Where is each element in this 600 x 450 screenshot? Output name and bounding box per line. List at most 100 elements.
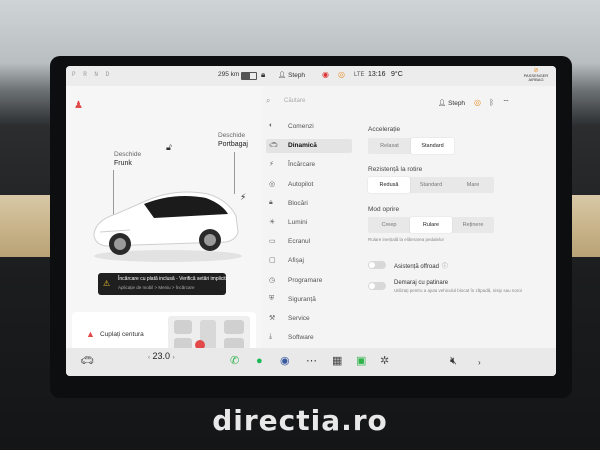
acceleration-selector: Relaxat Standard: [368, 138, 454, 154]
gear-selector[interactable]: P R N D: [72, 71, 111, 78]
nav-item-label: Blocări: [288, 199, 308, 207]
nav-item-clock[interactable]: ◷ Programare: [266, 274, 352, 288]
more-apps-icon[interactable]: ⋯: [306, 355, 317, 367]
nav-item-shield[interactable]: ⛨ Siguranță: [266, 293, 352, 307]
bulb-icon: ☀︎: [269, 219, 276, 226]
offroad-toggle[interactable]: [368, 261, 386, 269]
spotify-icon[interactable]: ●: [256, 355, 263, 367]
stopping-mode-title: Mod oprire: [368, 206, 400, 213]
passenger-airbag-indicator: ⊘ PASSENGER AIRBAG: [521, 68, 551, 83]
stopping-mode-option[interactable]: Creep: [368, 217, 410, 233]
offroad-label: Asistență offroad ⓘ: [394, 261, 448, 270]
vehicle-panel: ♟ Deschide Frunk Deschide Portbagaj 🔓︎ ⚡…: [66, 86, 262, 360]
nav-item-car[interactable]: 🚗︎ Dinamică: [266, 139, 352, 154]
nav-item-steering[interactable]: ◎ Autopilot: [266, 178, 352, 192]
stopping-mode-option[interactable]: Reținere: [452, 217, 494, 233]
phone-icon[interactable]: ✆: [230, 355, 239, 367]
frunk-button[interactable]: Deschide Frunk: [114, 150, 141, 168]
lte-icon: LTE: [354, 72, 365, 78]
download-icon: ⤓: [269, 333, 273, 341]
bluetooth-icon[interactable]: ᛒ: [489, 98, 494, 107]
info-icon[interactable]: ⓘ: [442, 264, 448, 270]
outside-temperature: 9°C: [391, 71, 403, 78]
detail-profile-name: Steph: [448, 100, 466, 107]
acceleration-option[interactable]: Standard: [411, 138, 454, 154]
nav-item-bolt[interactable]: ⚡︎ Încărcare: [266, 158, 352, 172]
slip-start-description: Utilizați pentru a ajuta vehiculul bloca…: [394, 288, 522, 293]
nav-item-toggle[interactable]: ◐ Comenzi: [266, 120, 352, 134]
slip-start-label: Demaraj cu patinare: [394, 280, 449, 286]
rolling-resistance-option[interactable]: Standard: [410, 177, 452, 193]
rolling-resistance-option[interactable]: Mare: [452, 177, 494, 193]
car-icon: 🚗︎: [269, 142, 278, 150]
temp-down-icon[interactable]: ‹: [148, 355, 150, 361]
acceleration-title: Accelerație: [368, 126, 401, 133]
trunk-button[interactable]: Deschide Portbagaj: [218, 131, 248, 149]
wrench-icon: ⚒︎: [269, 315, 276, 322]
nav-item-label: Comenzi: [288, 123, 314, 130]
seatbelt-warning-icon: ♟: [74, 100, 83, 111]
stopping-mode-hint: Rulare inerțială la eliberarea pedalelor: [368, 237, 445, 242]
stopping-mode-option[interactable]: Rulare: [410, 217, 452, 233]
trunk-action: Deschide: [218, 132, 246, 139]
charging-notification[interactable]: ⚠ Încărcare cu plată inclusă - Verifică …: [98, 273, 229, 295]
search-icon[interactable]: ⌕: [266, 96, 270, 106]
notification-icon[interactable]: ◎: [338, 70, 345, 79]
stopping-mode-selector: Creep Rulare Reținere: [368, 217, 494, 233]
trunk-label: Portbagaj: [218, 141, 248, 148]
nav-item-bulb[interactable]: ☀︎ Lumini: [266, 216, 352, 230]
car-model-image: [93, 191, 242, 262]
dashcam-icon[interactable]: ◉: [280, 355, 290, 367]
monitor-icon: ▢: [269, 257, 276, 265]
nav-item-wrench[interactable]: ⚒︎ Service: [266, 312, 352, 326]
nav-item-monitor[interactable]: ▢ Afișaj: [266, 254, 352, 268]
range-readout: 295 km: [218, 71, 240, 78]
temperature-value: 23.0: [152, 351, 171, 361]
unlock-icon[interactable]: 🔓︎: [166, 142, 172, 153]
nav-item-download[interactable]: ⤓ Software: [266, 331, 352, 345]
bolt-icon: ⚡︎: [269, 161, 274, 169]
temp-up-icon[interactable]: ›: [173, 355, 175, 361]
sentry-icon[interactable]: ◉: [322, 70, 329, 79]
status-bar: P R N D 295 km 🔒︎ 👤︎ Steph ◉ ◎ LTE 13:16…: [66, 66, 556, 86]
notification-title: Încărcare cu plată inclusă - Verifică se…: [118, 276, 229, 282]
calendar-icon[interactable]: ▦: [332, 355, 342, 367]
notification-icon[interactable]: ◎: [474, 98, 481, 107]
volume-mute-icon[interactable]: 🔇︎: [450, 355, 457, 367]
search-input[interactable]: Căutare: [284, 98, 305, 104]
profile-button[interactable]: 👤︎ Steph: [278, 71, 305, 79]
display-icon: ▭: [269, 238, 276, 246]
battery-icon: [241, 72, 257, 80]
toybox-icon[interactable]: ▣: [356, 355, 366, 367]
volume-down-icon[interactable]: ›: [478, 357, 481, 369]
notification-subtitle: Aplicație de mobil > Meniu > Încărcare: [118, 285, 195, 290]
climate-temperature[interactable]: ‹ 23.0 ›: [148, 351, 175, 361]
lock-icon: 🔒︎: [269, 198, 273, 206]
frunk-label: Frunk: [114, 160, 132, 167]
alert-icon: ▲: [86, 329, 95, 339]
nav-item-label: Ecranul: [288, 238, 311, 246]
rolling-resistance-selector: Redusă Standard Mare: [368, 177, 494, 193]
car-icon[interactable]: 🚗︎: [80, 355, 94, 367]
clock: 13:16: [368, 71, 386, 78]
steering-icon: ◎: [269, 180, 276, 188]
settings-nav: ⌕ Căutare ◐ Comenzi 🚗︎ Dinamică ⚡︎ Încărcare ◎…: [262, 86, 358, 348]
rolling-resistance-option[interactable]: Redusă: [368, 177, 410, 193]
nav-item-lock[interactable]: 🔒︎ Blocări: [266, 197, 352, 211]
detail-profile-button[interactable]: 👤︎ Steph: [438, 99, 465, 107]
slip-start-toggle[interactable]: [368, 282, 386, 290]
nav-item-label: Dinamică: [288, 142, 317, 150]
touchscreen: P R N D 295 km 🔒︎ 👤︎ Steph ◉ ◎ LTE 13:16…: [66, 66, 556, 376]
lock-status-icon[interactable]: 🔒︎: [261, 70, 265, 80]
nav-item-display[interactable]: ▭ Ecranul: [266, 235, 352, 249]
seatbelt-alert-text: Cuplați centura: [100, 331, 144, 338]
nav-item-label: Siguranță: [288, 295, 316, 303]
nav-item-label: Programare: [288, 276, 323, 284]
nav-item-label: Afișaj: [288, 257, 304, 265]
fan-icon[interactable]: ✲: [380, 355, 389, 367]
acceleration-option[interactable]: Relaxat: [368, 138, 411, 154]
frunk-action: Deschide: [114, 151, 142, 158]
nav-item-label: Service: [288, 315, 310, 322]
wifi-icon[interactable]: ⌔: [502, 98, 510, 107]
offroad-label-text: Asistență offroad: [394, 264, 439, 270]
